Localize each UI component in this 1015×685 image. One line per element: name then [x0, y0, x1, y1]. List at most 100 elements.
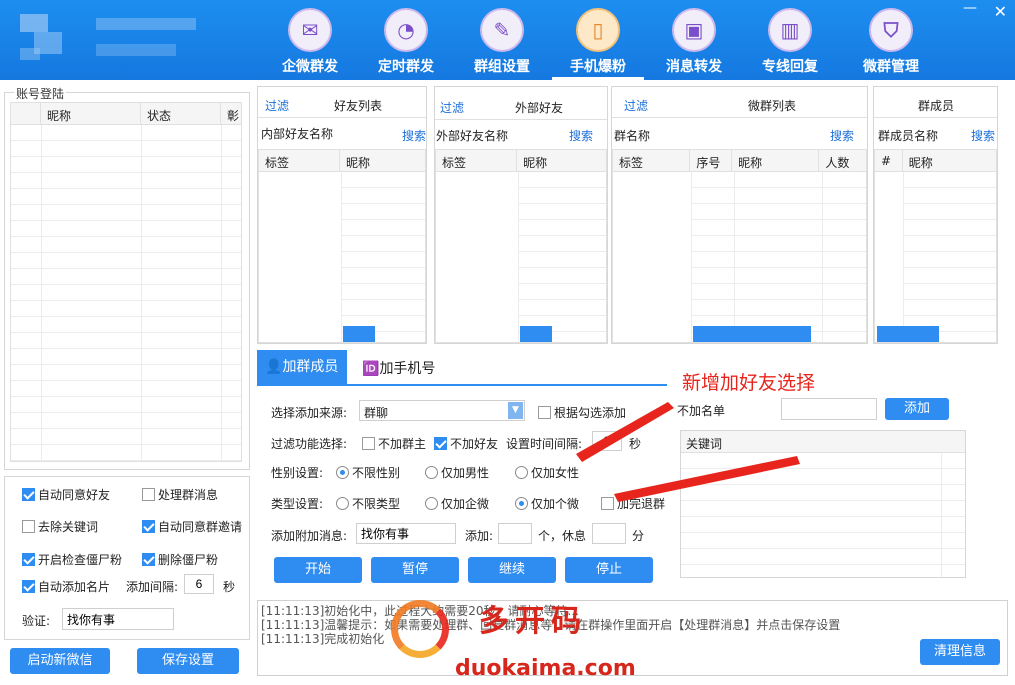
log-line: [11:11:13]初始化中，此过程大约需要20秒，请耐心等待... [261, 604, 579, 618]
groups-panel-title: 微群列表 [748, 99, 797, 113]
add-interval-input[interactable] [184, 574, 214, 594]
app-logo-blurred [20, 8, 196, 68]
members-scroll-thumb[interactable] [877, 326, 939, 342]
handle-group-msg-checkbox[interactable]: 处理群消息 [142, 486, 218, 503]
auto-accept-group-invite-checkbox[interactable]: 自动同意群邀请 [142, 518, 242, 535]
type-any-radio[interactable]: 不限类型 [336, 495, 400, 512]
tab-underline [257, 384, 667, 386]
groups-search-link[interactable]: 搜索 [830, 127, 854, 144]
annotation-arrows [576, 402, 800, 502]
friends-panel: 过滤 好友列表 内部好友名称 搜索 标签 昵称 [257, 86, 427, 344]
contact-card-icon: 🆔 [362, 361, 380, 377]
log-line: [11:11:13]温馨提示：如果需要处理群、回复群消息等，请在群操作里面开启【… [261, 618, 841, 632]
rest-label: 个，休息 [538, 529, 587, 543]
groups-rows[interactable] [691, 172, 866, 342]
remove-keywords-checkbox[interactable]: 去除关键词 [22, 518, 98, 535]
external-scroll-thumb[interactable] [520, 326, 552, 342]
nav-phone-boost[interactable]: ▯ 手机爆粉 [552, 8, 644, 80]
members-panel-title: 群成员 [918, 99, 955, 113]
auto-accept-friend-checkbox[interactable]: 自动同意好友 [22, 486, 110, 503]
nav-scheduled-broadcast[interactable]: ◔ 定时群发 [360, 8, 452, 78]
add-count-label: 添加: [465, 529, 494, 543]
gender-male-radio[interactable]: 仅加男性 [425, 464, 489, 481]
rest-unit: 分 [632, 529, 645, 543]
watermark-logo-icon [391, 600, 449, 658]
add-interval-unit: 秒 [223, 580, 236, 594]
pie-clock-icon: ◔ [384, 8, 428, 52]
nav-group-management[interactable]: ⛉ 微群管理 [845, 8, 937, 78]
nav-group-settings[interactable]: ✎ 群组设置 [456, 8, 548, 78]
blacklist-add-button[interactable]: 添加 [885, 398, 949, 420]
close-button[interactable]: ✕ [994, 2, 1007, 21]
friends-scroll-thumb[interactable] [343, 326, 375, 342]
edit-icon: ✎ [480, 8, 524, 52]
start-new-wechat-button[interactable]: 启动新微信 [10, 648, 110, 674]
friends-panel-title: 好友列表 [334, 99, 383, 113]
groups-filter-link[interactable]: 过滤 [624, 97, 648, 114]
groups-scroll-thumb[interactable] [693, 326, 811, 342]
source-select[interactable]: 群聊 ▼ [359, 400, 525, 421]
no-owner-checkbox[interactable]: 不加群主 [362, 435, 426, 452]
log-line: [11:11:13]完成初始化 [261, 632, 385, 646]
annotation-label: 新增加好友选择 [682, 372, 816, 394]
col-extra[interactable]: 彰 [221, 103, 241, 124]
members-rows[interactable] [903, 172, 996, 342]
extra-msg-input[interactable] [356, 523, 456, 544]
members-search-label: 群成员名称 [878, 129, 939, 143]
nav-message-forward[interactable]: ▣ 消息转发 [648, 8, 740, 78]
verify-label: 验证: [22, 614, 51, 628]
stop-button[interactable]: 停止 [565, 557, 653, 583]
gender-label: 性别设置: [271, 466, 324, 480]
verify-input[interactable] [62, 608, 174, 630]
members-search-link[interactable]: 搜索 [971, 127, 995, 144]
account-table: 昵称 状态 彰 [10, 102, 242, 462]
source-label: 选择添加来源: [271, 406, 348, 420]
tab-add-group-members[interactable]: 👤加群成员 [257, 350, 347, 384]
auto-add-card-checkbox[interactable]: 自动添加名片 [22, 578, 110, 595]
bar-chart-icon: ▥ [768, 8, 812, 52]
minimize-button[interactable]: — [963, 0, 977, 16]
extra-msg-label: 添加附加消息: [271, 529, 348, 543]
nav-dedicated-reply[interactable]: ▥ 专线回复 [744, 8, 836, 78]
clear-log-button[interactable]: 清理信息 [920, 639, 1000, 665]
type-label: 类型设置: [271, 497, 324, 511]
members-table: # 昵称 [874, 149, 997, 343]
tab-add-phone[interactable]: 🆔加手机号 [362, 358, 435, 378]
type-enterprise-radio[interactable]: 仅加企微 [425, 495, 489, 512]
col-nickname[interactable]: 昵称 [41, 103, 141, 124]
groups-table: 标签 序号 昵称 人数 [612, 149, 867, 343]
filter-label: 过滤功能选择: [271, 437, 348, 451]
arrow-to-type [614, 456, 800, 502]
external-rows[interactable] [518, 172, 606, 342]
external-filter-link[interactable]: 过滤 [440, 99, 464, 116]
nav-enterprise-broadcast[interactable]: ✉ 企微群发 [264, 8, 356, 78]
account-panel-title: 账号登陆 [14, 85, 67, 102]
external-search-link[interactable]: 搜索 [569, 127, 593, 144]
members-panel: 群成员 群成员名称 搜索 # 昵称 [873, 86, 998, 344]
safe-icon: ▣ [672, 8, 716, 52]
check-zombie-checkbox[interactable]: 开启检查僵尸粉 [22, 551, 122, 568]
groups-panel: 过滤 微群列表 群名称 搜索 标签 序号 昵称 人数 [611, 86, 868, 344]
mail-icon: ✉ [288, 8, 332, 52]
no-friend-checkbox[interactable]: 不加好友 [434, 435, 498, 452]
chevron-down-icon[interactable]: ▼ [508, 402, 523, 419]
shield-icon: ⛉ [869, 8, 913, 52]
friends-search-link[interactable]: 搜索 [402, 127, 426, 144]
rest-minutes-input[interactable] [592, 523, 626, 544]
delete-zombie-checkbox[interactable]: 删除僵尸粉 [142, 551, 218, 568]
gender-any-radio[interactable]: 不限性别 [336, 464, 400, 481]
arrow-to-gender [576, 402, 674, 462]
save-settings-button[interactable]: 保存设置 [137, 648, 239, 674]
friends-filter-link[interactable]: 过滤 [265, 97, 289, 114]
watermark: 多开码 duokaima.com [385, 596, 636, 684]
friends-rows[interactable] [341, 172, 425, 342]
add-count-input[interactable] [498, 523, 532, 544]
continue-button[interactable]: 继续 [468, 557, 556, 583]
user-icon: 👤 [265, 359, 283, 375]
external-table: 标签 昵称 [435, 149, 607, 343]
start-button[interactable]: 开始 [274, 557, 362, 583]
groups-search-label: 群名称 [614, 129, 651, 143]
col-status[interactable]: 状态 [141, 103, 221, 124]
account-rows[interactable] [11, 125, 241, 461]
pause-button[interactable]: 暂停 [371, 557, 459, 583]
